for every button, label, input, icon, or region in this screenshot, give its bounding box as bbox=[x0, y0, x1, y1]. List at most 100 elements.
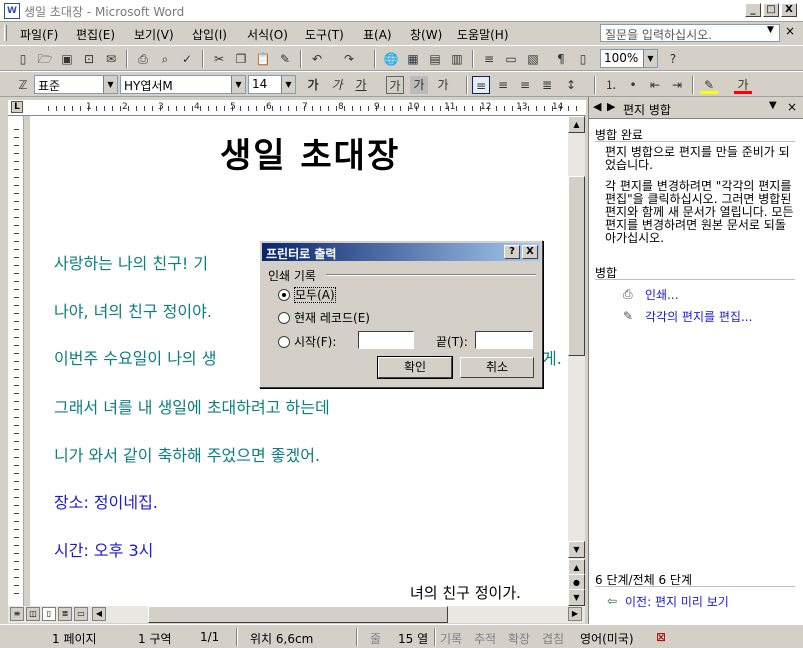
horizontal-scrollbar[interactable]: ≡ ◫ ▯ ≣ ▭ ◀ ▶ bbox=[8, 606, 585, 623]
increase-indent-icon[interactable]: ⇥ bbox=[668, 76, 686, 94]
format-painter-icon[interactable]: ✎ bbox=[276, 50, 294, 68]
scroll-left-icon[interactable]: ◀ bbox=[92, 607, 106, 621]
decrease-indent-icon[interactable]: ⇤ bbox=[646, 76, 664, 94]
status-language[interactable]: 영어(미국) bbox=[580, 630, 634, 647]
menu-file[interactable]: 파일(F) bbox=[20, 26, 58, 43]
horizontal-scroll-thumb[interactable] bbox=[148, 606, 448, 623]
minimize-button[interactable]: _ bbox=[745, 3, 761, 17]
spelling-icon[interactable]: ✓ bbox=[178, 50, 196, 68]
dialog-close-button[interactable]: X bbox=[522, 245, 538, 259]
menu-help[interactable]: 도움말(H) bbox=[457, 26, 509, 43]
align-left-icon[interactable]: ≡ bbox=[472, 76, 490, 94]
reading-layout-icon[interactable]: ▭ bbox=[74, 607, 88, 621]
open-folder-icon[interactable]: 🗁 bbox=[36, 50, 54, 68]
print-layout-icon[interactable]: ▯ bbox=[42, 607, 56, 621]
italic-button[interactable]: 가 bbox=[328, 76, 346, 94]
cut-icon[interactable]: ✂ bbox=[210, 50, 228, 68]
radio-current-record[interactable]: 현재 레코드(E) bbox=[278, 309, 370, 326]
new-document-icon[interactable]: ▯ bbox=[14, 50, 32, 68]
chevron-down-icon[interactable]: ▼ bbox=[281, 76, 295, 93]
justify-icon[interactable]: ≣ bbox=[538, 76, 556, 94]
vertical-scroll-thumb[interactable] bbox=[568, 176, 585, 356]
show-hide-icon[interactable]: ¶ bbox=[552, 50, 570, 68]
horizontal-ruler[interactable]: L 1 2 3 4 5 6 7 8 9 10 11 12 13 14 bbox=[8, 100, 586, 116]
normal-view-icon[interactable]: ≡ bbox=[10, 607, 24, 621]
scroll-up-icon[interactable]: ▲ bbox=[568, 116, 585, 133]
dialog-help-button[interactable]: ? bbox=[504, 245, 520, 259]
ok-button[interactable]: 확인 bbox=[377, 356, 453, 379]
chevron-down-icon[interactable]: ▼ bbox=[231, 76, 245, 93]
document-close-icon[interactable]: × bbox=[785, 24, 795, 38]
tables-borders-icon[interactable]: ▦ bbox=[404, 50, 422, 68]
menu-tools[interactable]: 도구(T) bbox=[305, 26, 344, 43]
forward-icon[interactable]: ▶ bbox=[607, 100, 615, 113]
save-icon[interactable]: ▣ bbox=[58, 50, 76, 68]
status-track-changes[interactable]: 추적 bbox=[474, 630, 496, 647]
previous-step-link[interactable]: 이전: 편지 미리 보기 bbox=[625, 593, 729, 610]
print-link[interactable]: 인쇄... bbox=[645, 286, 679, 303]
spelling-status-icon[interactable]: ⊠ bbox=[656, 630, 666, 644]
font-size-select[interactable]: 14 ▼ bbox=[248, 75, 296, 94]
hyperlink-icon[interactable]: 🌐 bbox=[382, 50, 400, 68]
menu-edit[interactable]: 편집(E) bbox=[76, 26, 115, 43]
styles-icon[interactable]: ℤ bbox=[14, 76, 32, 94]
cancel-button[interactable]: 취소 bbox=[460, 357, 534, 378]
next-page-icon[interactable]: ▼ bbox=[568, 589, 585, 606]
web-view-icon[interactable]: ◫ bbox=[26, 607, 40, 621]
menu-insert[interactable]: 삽입(I) bbox=[192, 26, 227, 43]
edit-letters-link[interactable]: 각각의 편지를 편집... bbox=[645, 308, 752, 325]
email-icon[interactable]: ✉ bbox=[102, 50, 120, 68]
char-border-button[interactable]: 가 bbox=[386, 76, 404, 94]
scroll-right-icon[interactable]: ▶ bbox=[568, 607, 582, 621]
vertical-ruler[interactable] bbox=[8, 116, 24, 606]
paste-icon[interactable]: 📋 bbox=[254, 50, 272, 68]
radio-all[interactable]: 모두(A) bbox=[278, 286, 336, 303]
maximize-button[interactable]: □ bbox=[763, 3, 779, 17]
help-icon[interactable]: ? bbox=[664, 50, 682, 68]
menu-format[interactable]: 서식(O) bbox=[247, 26, 288, 43]
scroll-down-icon[interactable]: ▼ bbox=[568, 541, 585, 558]
columns-icon[interactable]: ≡ bbox=[480, 50, 498, 68]
chevron-down-icon[interactable]: ▼ bbox=[643, 50, 657, 67]
radio-icon[interactable] bbox=[278, 312, 290, 324]
underline-button[interactable]: 가 bbox=[352, 76, 370, 94]
chevron-down-icon[interactable]: ▼ bbox=[767, 25, 774, 35]
undo-icon[interactable]: ↶ bbox=[308, 50, 326, 68]
align-center-icon[interactable]: ≡ bbox=[494, 76, 512, 94]
char-shading-button[interactable]: 가 bbox=[410, 76, 428, 94]
drawing-icon[interactable]: ▭ bbox=[502, 50, 520, 68]
radio-selected-icon[interactable] bbox=[278, 289, 290, 301]
close-icon[interactable]: × bbox=[787, 100, 797, 114]
help-question-input[interactable]: 질문을 입력하십시오. bbox=[600, 24, 780, 42]
insert-excel-icon[interactable]: ▥ bbox=[448, 50, 466, 68]
document-map-icon[interactable]: ▧ bbox=[524, 50, 542, 68]
print-preview-icon[interactable]: ⌕ bbox=[156, 50, 174, 68]
back-icon[interactable]: ◀ bbox=[593, 100, 601, 113]
align-right-icon[interactable]: ≡ bbox=[516, 76, 534, 94]
dialog-title-bar[interactable]: 프린터로 출력 ? X bbox=[262, 243, 540, 261]
close-button[interactable]: X bbox=[781, 3, 797, 17]
menu-table[interactable]: 표(A) bbox=[363, 26, 392, 43]
radio-from[interactable]: 시작(F): bbox=[278, 333, 336, 350]
chevron-down-icon[interactable]: ▼ bbox=[103, 76, 117, 93]
zoom-select[interactable]: 100% ▼ bbox=[600, 49, 658, 68]
from-record-input[interactable] bbox=[358, 331, 414, 349]
reading-icon[interactable]: ▯ bbox=[574, 50, 592, 68]
word-app-icon[interactable]: W bbox=[4, 3, 20, 19]
status-extend[interactable]: 확장 bbox=[508, 630, 530, 647]
bold-button[interactable]: 가 bbox=[304, 76, 322, 94]
radio-icon[interactable] bbox=[278, 336, 290, 348]
font-select[interactable]: HY엽서M ▼ bbox=[120, 75, 246, 94]
tab-selector-icon[interactable]: L bbox=[11, 101, 23, 113]
numbering-icon[interactable]: ⒈ bbox=[602, 76, 620, 94]
menu-window[interactable]: 창(W) bbox=[410, 26, 442, 43]
bullets-icon[interactable]: • bbox=[624, 76, 642, 94]
permission-icon[interactable]: ⊡ bbox=[80, 50, 98, 68]
style-select[interactable]: 표준 ▼ bbox=[34, 75, 118, 94]
status-record-macro[interactable]: 기록 bbox=[440, 630, 462, 647]
insert-table-icon[interactable]: ▤ bbox=[426, 50, 444, 68]
redo-icon[interactable]: ↷ bbox=[340, 50, 358, 68]
menu-grip[interactable] bbox=[4, 25, 7, 41]
char-scale-button[interactable]: 가 bbox=[434, 76, 452, 94]
menu-view[interactable]: 보기(V) bbox=[134, 26, 174, 43]
